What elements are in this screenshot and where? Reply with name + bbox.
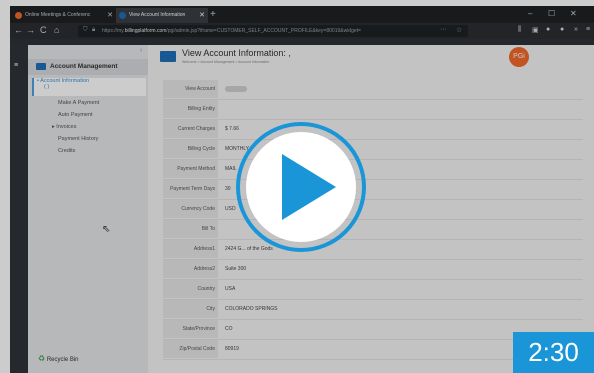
video-duration-badge: 2:30 [513,332,594,373]
play-icon[interactable] [282,154,336,220]
video-thumbnail-frame: Online Meetings & Conferenc ✕ View Accou… [0,0,594,373]
